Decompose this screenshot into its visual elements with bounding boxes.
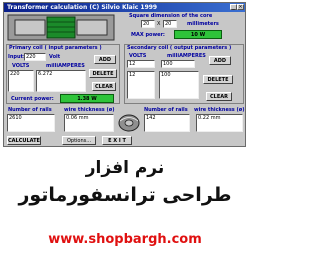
secondary-rails-label: Number of rails <box>144 107 188 113</box>
primary-rails-field[interactable]: 2610 <box>7 114 55 132</box>
max-power-value: 10 W <box>174 30 222 39</box>
secondary-volts-input[interactable]: 12 <box>127 60 155 68</box>
current-power-value: 1.38 W <box>60 94 114 103</box>
website-url[interactable]: www.shopbargh.com <box>0 232 250 247</box>
window-title: Transformer calculation (C) Silvio Klaic… <box>7 4 158 11</box>
transformer-core-icon <box>7 14 115 41</box>
close-button[interactable]: × <box>237 4 244 10</box>
primary-heading: Primary coil ( input parameters ) <box>9 45 102 51</box>
times-sign: X <box>157 21 161 27</box>
primary-wire-field[interactable]: 0.06 mm <box>64 114 114 132</box>
core-dim-a-input[interactable]: 20 <box>141 20 155 28</box>
app-window: Transformer calculation (C) Silvio Klaic… <box>3 2 246 147</box>
primary-rails-label: Number of rails <box>8 107 52 113</box>
primary-volts-value: 220 <box>10 71 20 77</box>
options-button[interactable]: Options... <box>62 136 96 145</box>
caption-line-1: نرم افزار <box>85 158 165 178</box>
primary-col-ma: milliAMPERES <box>46 63 85 69</box>
input-voltage-field[interactable]: 220 <box>24 53 46 61</box>
secondary-heading: Secondary coil ( output parameters ) <box>127 45 232 51</box>
secondary-row-ma: 100 <box>161 72 171 78</box>
input-label: Input: <box>8 54 25 60</box>
primary-ma-list[interactable]: 6.272 <box>36 70 86 92</box>
secondary-wire-label: wire thickness (ø) <box>194 107 245 113</box>
secondary-clear-button[interactable]: CLEAR <box>206 92 232 101</box>
primary-volts-list[interactable]: 220 <box>8 70 34 92</box>
core-heading: Square dimension of the core <box>129 13 213 19</box>
secondary-ma-list[interactable]: 100 <box>159 71 199 99</box>
exit-button[interactable]: E X I T <box>102 136 132 145</box>
title-bar: Transformer calculation (C) Silvio Klaic… <box>4 3 245 12</box>
core-unit: millimeters <box>187 21 219 27</box>
primary-add-button[interactable]: ADD <box>94 55 116 64</box>
secondary-delete-button[interactable]: DELETE <box>203 75 233 84</box>
primary-delete-button[interactable]: DELETE <box>89 69 117 78</box>
secondary-col-ma: milliAMPERES <box>167 53 206 59</box>
minimize-button[interactable]: _ <box>230 4 237 10</box>
primary-clear-button[interactable]: CLEAR <box>92 82 116 91</box>
secondary-rails-field[interactable]: 142 <box>144 114 190 132</box>
current-power-label: Current power: <box>11 96 54 102</box>
max-power-label: MAX power: <box>131 32 165 38</box>
secondary-wire-field[interactable]: 0.22 mm <box>196 114 243 132</box>
primary-col-volts: VOLTS <box>12 63 30 69</box>
core-dim-b-input[interactable]: 20 <box>163 20 177 28</box>
wire-coil-icon <box>118 114 140 132</box>
volt-label: Volt <box>49 54 61 60</box>
secondary-row-volts: 12 <box>129 72 136 78</box>
calculate-button[interactable]: CALCULATE <box>7 136 41 145</box>
caption-line-2: طراحی ترانسفورماتور <box>18 184 232 206</box>
secondary-ma-input[interactable]: 100 <box>161 60 195 68</box>
secondary-add-button[interactable]: ADD <box>209 56 231 65</box>
secondary-volts-list[interactable]: 12 <box>127 71 155 99</box>
primary-wire-label: wire thickness (ø) <box>64 107 115 113</box>
secondary-col-volts: VOLTS <box>129 53 147 59</box>
primary-ma-value: 6.272 <box>38 71 53 77</box>
